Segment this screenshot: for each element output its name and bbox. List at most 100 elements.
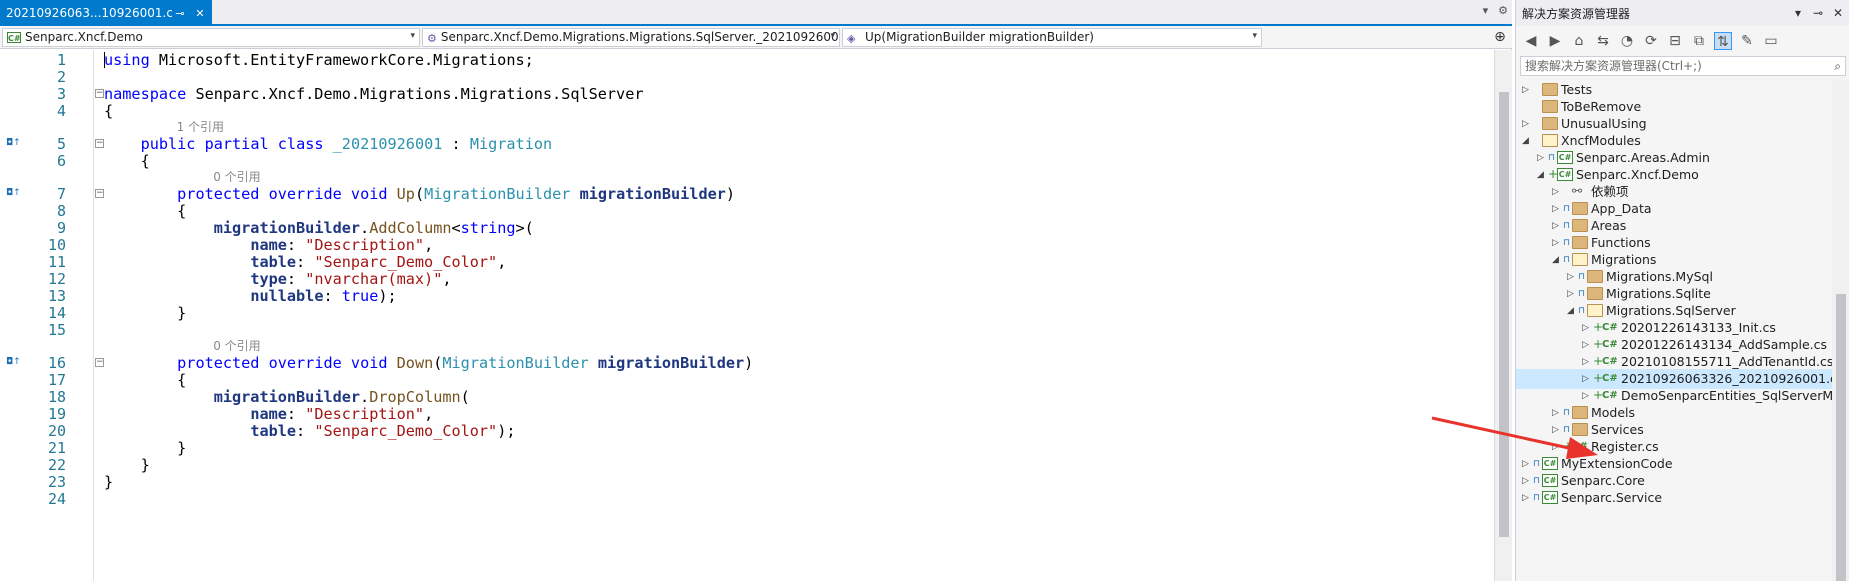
- collapse-all-icon[interactable]: ⊟: [1666, 32, 1684, 50]
- lock-icon: ⊓: [1578, 306, 1586, 316]
- fold-toggle-icon[interactable]: −: [95, 89, 104, 98]
- expand-arrow-icon[interactable]: ▷: [1552, 219, 1562, 233]
- folder-icon: [1572, 219, 1588, 232]
- bookmark-override-icon[interactable]: ◘↑: [6, 357, 21, 367]
- preview-selected-icon[interactable]: ⇅: [1714, 32, 1732, 50]
- class-icon: ⚙: [427, 31, 437, 45]
- tab-migration-file[interactable]: 20210926063...10926001.cs ⊸ ✕: [0, 0, 212, 26]
- expand-arrow-icon[interactable]: ▷: [1522, 491, 1532, 505]
- fold-toggle-icon[interactable]: −: [95, 358, 104, 367]
- solution-tree: ▷ Tests ToBeRemove ▷ UnusualUsing ◢ XncfModule…: [1516, 80, 1849, 581]
- expand-arrow-icon[interactable]: ▷: [1582, 321, 1592, 335]
- search-icon[interactable]: ⌕: [1834, 57, 1841, 75]
- tab-bar-controls: ▾ ⚙: [1483, 4, 1508, 17]
- navigation-bar: C# Senparc.Xncf.Demo ▾ ⚙ Senparc.Xncf.De…: [0, 26, 1512, 49]
- pin-icon[interactable]: ⊸: [172, 7, 188, 20]
- expand-arrow-icon[interactable]: ▷: [1552, 236, 1562, 250]
- split-editor-icon[interactable]: ⊕: [1492, 29, 1508, 45]
- editor-vertical-scrollbar[interactable]: [1494, 50, 1512, 581]
- solution-explorer-header: 解决方案资源管理器 ▾ ⊸ ✕: [1516, 0, 1849, 26]
- csharp-file-icon: C#: [1602, 390, 1618, 401]
- expand-arrow-icon[interactable]: ▷: [1582, 338, 1592, 352]
- tree-item[interactable]: ▷ ⊓ C# Senparc.Service: [1516, 488, 1832, 508]
- bookmark-override-icon[interactable]: ◘↑: [6, 188, 21, 198]
- expand-arrow-icon[interactable]: ▷: [1582, 389, 1592, 403]
- tab-title: 20210926063...10926001.cs: [6, 6, 172, 20]
- expand-arrow-icon[interactable]: ▷: [1522, 117, 1532, 131]
- pending-add-icon: +: [1593, 320, 1604, 334]
- csharp-file-icon: C#: [1602, 356, 1618, 367]
- csharp-project-icon: C#: [1557, 151, 1573, 164]
- folder-open-icon: [1542, 134, 1558, 147]
- expand-arrow-icon[interactable]: ▷: [1552, 185, 1562, 199]
- fold-toggle-icon[interactable]: −: [95, 189, 104, 198]
- pending-add-icon: +: [1593, 371, 1604, 385]
- expand-arrow-icon[interactable]: ▷: [1522, 83, 1532, 97]
- line-number: 24: [47, 490, 66, 508]
- lock-icon: ⊓: [1548, 153, 1556, 163]
- expand-arrow-icon[interactable]: ▷: [1552, 202, 1562, 216]
- csharp-file-icon: C#: [1602, 373, 1618, 384]
- project-dropdown[interactable]: C# Senparc.Xncf.Demo ▾: [2, 27, 420, 47]
- search-placeholder: 搜索解决方案资源管理器(Ctrl+;): [1525, 59, 1702, 73]
- pending-changes-icon[interactable]: ◔: [1618, 32, 1636, 50]
- sync-icon[interactable]: ⟳: [1642, 32, 1660, 50]
- tab-dropdown-icon[interactable]: ▾: [1483, 4, 1489, 17]
- expand-arrow-icon[interactable]: ▷: [1537, 151, 1547, 165]
- properties-icon[interactable]: ✎: [1738, 32, 1756, 50]
- forward-icon[interactable]: ▶: [1546, 32, 1564, 50]
- type-dropdown-value: Senparc.Xncf.Demo.Migrations.Migrations.…: [440, 30, 840, 44]
- type-dropdown[interactable]: ⚙ Senparc.Xncf.Demo.Migrations.Migration…: [422, 27, 840, 47]
- lock-icon: ⊓: [1563, 238, 1571, 248]
- fold-toggle-icon[interactable]: −: [95, 139, 104, 148]
- expand-arrow-icon[interactable]: ▷: [1582, 372, 1592, 386]
- method-icon: ◈: [847, 31, 856, 45]
- code-line[interactable]: 24: [0, 489, 1494, 509]
- lock-icon: ⊓: [1563, 221, 1571, 231]
- member-dropdown[interactable]: ◈ Up(MigrationBuilder migrationBuilder) …: [842, 27, 1262, 47]
- back-icon[interactable]: ◀: [1522, 32, 1540, 50]
- pin-icon[interactable]: ⊸: [1810, 6, 1826, 20]
- close-icon[interactable]: ✕: [192, 7, 208, 20]
- home-icon[interactable]: ⌂: [1570, 32, 1588, 50]
- expanded-icon[interactable]: ◢: [1552, 253, 1562, 267]
- scrollbar-thumb[interactable]: [1499, 92, 1509, 537]
- folder-icon: [1572, 202, 1588, 215]
- expanded-icon[interactable]: ◢: [1567, 304, 1577, 318]
- pending-add-icon: +: [1593, 337, 1604, 351]
- csharp-project-icon: C#: [7, 31, 21, 43]
- code-editor: 20210926063...10926001.cs ⊸ ✕ ▾ ⚙ C# Sen…: [0, 0, 1512, 581]
- dependencies-icon: ⚯: [1572, 184, 1583, 198]
- close-icon[interactable]: ✕: [1830, 6, 1846, 20]
- preview-icon[interactable]: ▭: [1762, 32, 1780, 50]
- code-text-area[interactable]: 1 using Microsoft.EntityFrameworkCore.Mig…: [0, 50, 1494, 581]
- bookmark-override-icon[interactable]: ◘↑: [6, 138, 21, 148]
- chevron-down-icon: ▾: [410, 30, 415, 41]
- settings-icon[interactable]: ⚙: [1498, 4, 1508, 17]
- expanded-icon[interactable]: ◢: [1522, 134, 1532, 148]
- chevron-down-icon: ▾: [1252, 30, 1257, 41]
- expanded-icon[interactable]: ◢: [1537, 168, 1547, 182]
- pending-add-icon: +: [1593, 388, 1604, 402]
- switch-views-icon[interactable]: ⇆: [1594, 32, 1612, 50]
- member-dropdown-value: Up(MigrationBuilder migrationBuilder): [865, 30, 1094, 44]
- window-menu-icon[interactable]: ▾: [1790, 6, 1806, 20]
- solution-explorer: 解决方案资源管理器 ▾ ⊸ ✕ ◀ ▶ ⌂ ⇆ ◔ ⟳ ⊟ ⧉ ⇅ ✎ ▭ 搜索…: [1515, 0, 1849, 581]
- solution-vertical-scrollbar[interactable]: [1832, 80, 1849, 581]
- solution-search-input[interactable]: 搜索解决方案资源管理器(Ctrl+;) ⌕: [1520, 56, 1846, 76]
- expand-arrow-icon[interactable]: ▷: [1522, 474, 1532, 488]
- text-caret: [104, 52, 105, 68]
- expand-arrow-icon[interactable]: ▷: [1582, 355, 1592, 369]
- expand-arrow-icon[interactable]: ▷: [1567, 270, 1577, 284]
- show-all-files-icon[interactable]: ⧉: [1690, 32, 1708, 50]
- project-dropdown-value: Senparc.Xncf.Demo: [25, 30, 143, 44]
- solution-explorer-title: 解决方案资源管理器: [1522, 6, 1631, 21]
- expand-arrow-icon[interactable]: ▷: [1567, 287, 1577, 301]
- folder-open-icon: [1587, 304, 1603, 317]
- folder-icon: [1572, 236, 1588, 249]
- folder-open-icon: [1572, 253, 1588, 266]
- tree-item-label: Senparc.Service: [1561, 490, 1663, 505]
- lock-icon: ⊓: [1533, 476, 1541, 486]
- scrollbar-thumb[interactable]: [1836, 294, 1846, 581]
- lock-icon: ⊓: [1533, 493, 1541, 503]
